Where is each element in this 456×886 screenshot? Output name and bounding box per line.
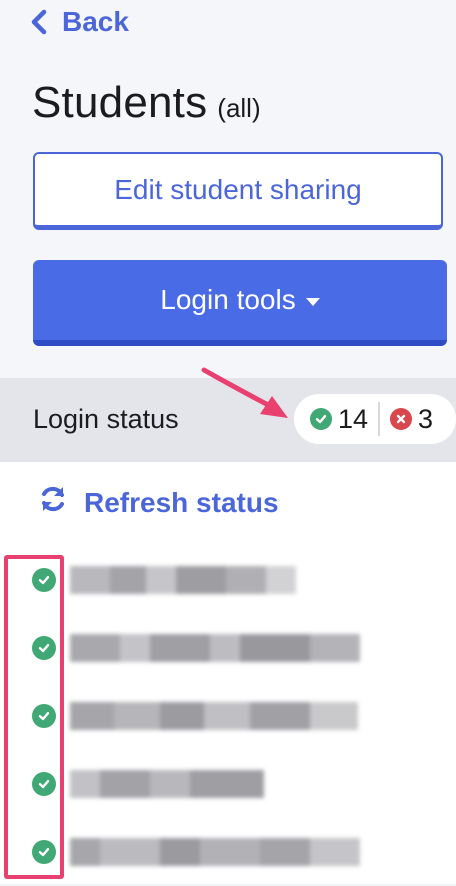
refresh-icon bbox=[38, 484, 68, 521]
login-status-label: Login status bbox=[33, 404, 179, 434]
x-circle-icon bbox=[390, 408, 413, 430]
redacted-student-name bbox=[70, 634, 360, 662]
logged-in-count-group: 14 bbox=[310, 404, 368, 435]
back-label: Back bbox=[62, 6, 129, 37]
not-logged-in-count-group: 3 bbox=[390, 404, 433, 435]
page-title: Students (all) bbox=[32, 78, 261, 128]
back-link[interactable]: Back bbox=[30, 6, 129, 38]
student-row[interactable] bbox=[0, 614, 456, 682]
login-tools-button[interactable]: Login tools bbox=[33, 260, 447, 346]
student-row[interactable] bbox=[0, 818, 456, 886]
page-title-sub: (all) bbox=[217, 93, 261, 123]
redacted-student-name bbox=[70, 838, 360, 866]
annotation-highlight-box bbox=[4, 555, 64, 879]
student-row[interactable] bbox=[0, 546, 456, 614]
edit-student-sharing-button[interactable]: Edit student sharing bbox=[33, 152, 443, 230]
redacted-student-name bbox=[70, 566, 296, 594]
edit-student-sharing-label: Edit student sharing bbox=[114, 173, 362, 205]
refresh-status-label: Refresh status bbox=[84, 486, 279, 518]
annotation-arrow-icon bbox=[201, 367, 288, 418]
not-logged-in-count: 3 bbox=[418, 403, 434, 434]
redacted-student-name bbox=[70, 770, 264, 798]
login-status-summary: 14 3 bbox=[294, 394, 456, 444]
student-row[interactable] bbox=[0, 750, 456, 818]
student-list bbox=[0, 546, 456, 884]
login-tools-label: Login tools bbox=[160, 284, 296, 315]
check-circle-icon bbox=[310, 408, 332, 430]
logged-in-count: 14 bbox=[338, 403, 369, 434]
student-row[interactable] bbox=[0, 682, 456, 750]
redacted-student-name bbox=[70, 702, 358, 730]
divider bbox=[378, 402, 381, 436]
refresh-status-button[interactable]: Refresh status bbox=[38, 484, 279, 521]
page-title-main: Students bbox=[32, 78, 208, 127]
chevron-left-icon bbox=[30, 9, 48, 35]
caret-down-icon bbox=[305, 298, 320, 306]
